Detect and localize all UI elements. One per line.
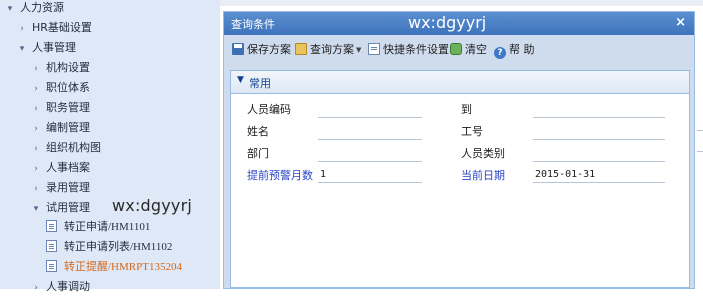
document-icon [46, 240, 57, 252]
emp-code-input[interactable] [318, 101, 422, 118]
emp-code-label: 人员编码 [247, 103, 291, 116]
watermark-text: wx:dgyyrj [112, 196, 193, 215]
document-icon [46, 260, 57, 272]
current-date-label: 当前日期 [461, 169, 505, 182]
nav-item-regularization-apply[interactable]: 转正申请/HM1101 [0, 218, 150, 237]
dialog-title: 查询条件 [231, 18, 275, 31]
emp-type-input[interactable] [533, 145, 665, 162]
help-button[interactable]: ? 帮 助 [494, 42, 535, 59]
title-watermark: wx:dgyyrj [408, 13, 487, 32]
nav-item-regularization-reminder[interactable]: 转正提醒/HMRPT135204 [0, 258, 182, 277]
job-no-input[interactable] [533, 123, 665, 140]
folder-icon [295, 43, 307, 55]
emp-code-to-input[interactable] [533, 101, 665, 118]
dialog-toolbar: 保存方案 查询方案 ▼ 快捷条件设置 清空 ? 帮 助 [228, 39, 690, 61]
dept-input[interactable] [318, 145, 422, 162]
caret-down-icon[interactable]: ▾ [16, 40, 28, 59]
name-input[interactable] [318, 123, 422, 140]
nav-item-hiring[interactable]: › 录用管理 [0, 178, 90, 197]
background-edge [697, 130, 703, 152]
clear-button[interactable]: 清空 [450, 42, 487, 58]
nav-item-position-system[interactable]: › 职位体系 [0, 78, 90, 97]
save-icon [232, 43, 244, 55]
settings-document-icon [368, 43, 380, 55]
emp-type-label: 人员类别 [461, 147, 505, 160]
top-strip [220, 0, 703, 6]
name-label: 姓名 [247, 125, 269, 138]
caret-right-icon[interactable]: › [16, 20, 28, 39]
nav-item-probation[interactable]: ▾ 试用管理 [0, 198, 90, 217]
caret-right-icon[interactable]: › [30, 160, 42, 179]
to-label: 到 [461, 103, 472, 116]
document-icon [46, 220, 57, 232]
caret-down-icon[interactable]: ▾ [30, 200, 42, 219]
nav-item-regularization-list[interactable]: 转正申请列表/HM1102 [0, 238, 172, 257]
caret-right-icon[interactable]: › [30, 60, 42, 79]
close-button[interactable]: × [675, 15, 686, 30]
caret-right-icon[interactable]: › [30, 120, 42, 139]
nav-item-duty-mgmt[interactable]: › 职务管理 [0, 98, 90, 117]
collapse-icon[interactable]: ▼ [237, 75, 244, 85]
nav-item-hr-basic[interactable]: › HR基础设置 [0, 18, 92, 37]
nav-item-org-setup[interactable]: › 机构设置 [0, 58, 90, 77]
caret-right-icon[interactable]: › [30, 100, 42, 119]
help-icon: ? [494, 47, 506, 59]
nav-item-staffing[interactable]: › 编制管理 [0, 118, 90, 137]
caret-right-icon[interactable]: › [30, 80, 42, 99]
caret-down-icon[interactable]: ▾ [4, 0, 16, 19]
advance-months-input[interactable] [318, 166, 422, 183]
query-dialog: 查询条件 wx:dgyyrj × 保存方案 查询方案 ▼ 快捷条件设置 清空 ? 帮… [223, 11, 695, 289]
advance-months-label: 提前预警月数 [247, 169, 313, 182]
dialog-title-bar[interactable]: 查询条件 wx:dgyyrj × [224, 12, 694, 35]
caret-right-icon[interactable]: › [30, 140, 42, 159]
panel-title: 常用 [249, 77, 271, 90]
nav-item-transfer[interactable]: › 人事调动 [0, 277, 90, 296]
quick-condition-button[interactable]: 快捷条件设置 [368, 42, 449, 58]
nav-item-org-chart[interactable]: › 组织机构图 [0, 138, 101, 157]
common-conditions-panel: ▼ 常用 人员编码 到 姓名 工号 部门 人员类别 提前预警月数 当前日期 [230, 70, 690, 288]
job-no-label: 工号 [461, 125, 483, 138]
nav-item-personnel-file[interactable]: › 人事档案 [0, 158, 90, 177]
nav-item-hr[interactable]: ▾ 人力资源 [0, 0, 64, 17]
nav-item-personnel[interactable]: ▾ 人事管理 [0, 38, 76, 57]
caret-right-icon[interactable]: › [30, 180, 42, 199]
dept-label: 部门 [247, 147, 269, 160]
panel-header[interactable]: ▼ 常用 [231, 71, 689, 94]
current-date-input[interactable] [533, 166, 665, 183]
clear-icon [450, 43, 462, 55]
query-scheme-button[interactable]: 查询方案 ▼ [295, 42, 361, 58]
save-scheme-button[interactable]: 保存方案 [232, 42, 291, 58]
dropdown-arrow-icon: ▼ [356, 46, 362, 54]
nav-tree: ▾ 人力资源 › HR基础设置 ▾ 人事管理 › 机构设置 › 职位体系 › 职务管理 › 编… [0, 0, 220, 293]
